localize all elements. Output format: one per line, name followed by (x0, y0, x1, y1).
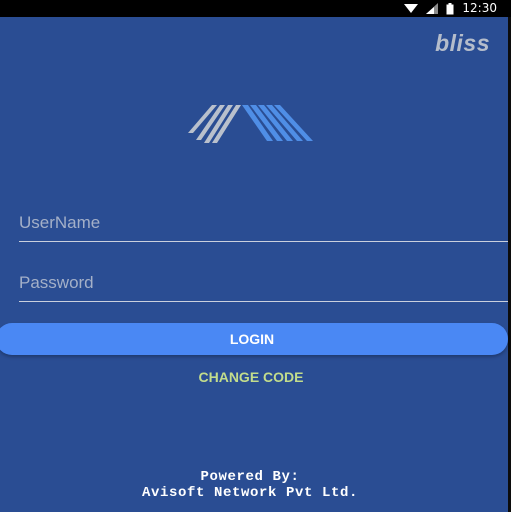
app-logo-icon (188, 105, 313, 143)
battery-icon (446, 2, 454, 15)
brand-name: bliss (435, 30, 490, 56)
status-time: 12:30 (462, 1, 497, 15)
password-input[interactable] (19, 265, 508, 301)
change-code-link[interactable]: CHANGE CODE (0, 369, 502, 385)
password-field (19, 265, 508, 302)
signal-icon (426, 3, 439, 14)
status-icons: 12:30 (404, 1, 497, 16)
login-button[interactable]: LOGIN (0, 323, 508, 355)
footer-powered-by: Powered By: (200, 469, 300, 485)
username-input[interactable] (19, 205, 508, 241)
footer: Powered By: Avisoft Network Pvt Ltd. (0, 469, 500, 501)
footer-company: Avisoft Network Pvt Ltd. (141, 485, 359, 501)
wifi-icon (404, 3, 419, 14)
username-field (19, 205, 508, 242)
status-bar: 12:30 (0, 0, 511, 17)
